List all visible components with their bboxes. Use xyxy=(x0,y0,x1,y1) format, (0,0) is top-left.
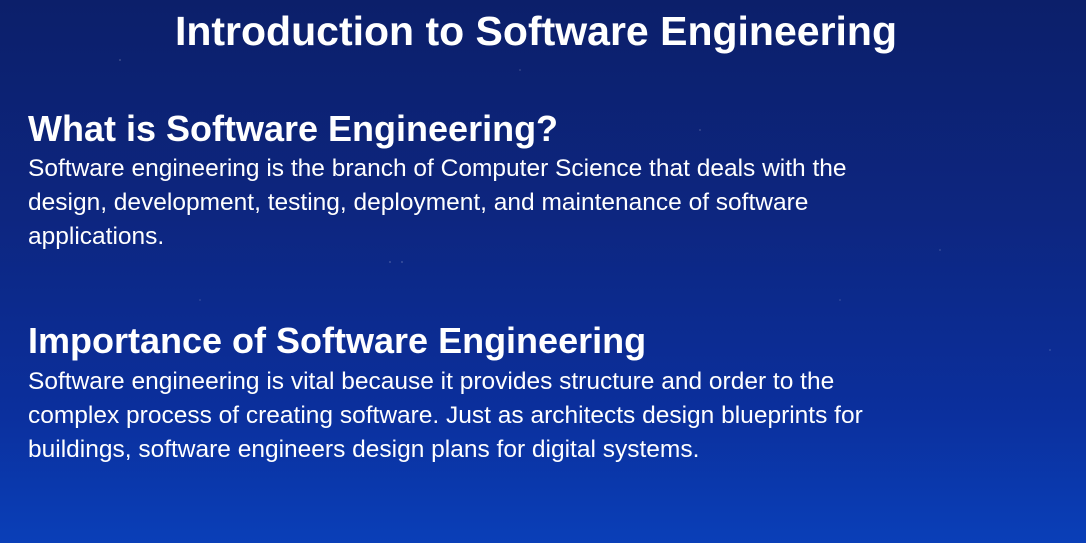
body-line: buildings, software engineers design pla… xyxy=(28,436,700,463)
body-line: Software engineering is the branch of Co… xyxy=(28,155,847,182)
section-heading-what-is: What is Software Engineering? xyxy=(28,108,559,149)
body-line: complex process of creating software. Ju… xyxy=(28,402,863,429)
body-line: design, development, testing, deployment… xyxy=(28,189,809,216)
section-body-importance: Software engineering is vital because it… xyxy=(28,365,1068,467)
body-line: applications. xyxy=(28,223,165,250)
section-body-what-is: Software engineering is the branch of Co… xyxy=(28,152,1068,254)
slide-title: Introduction to Software Engineering xyxy=(174,8,898,54)
body-line: Software engineering is vital because it… xyxy=(28,368,835,395)
section-heading-importance: Importance of Software Engineering xyxy=(28,320,647,361)
